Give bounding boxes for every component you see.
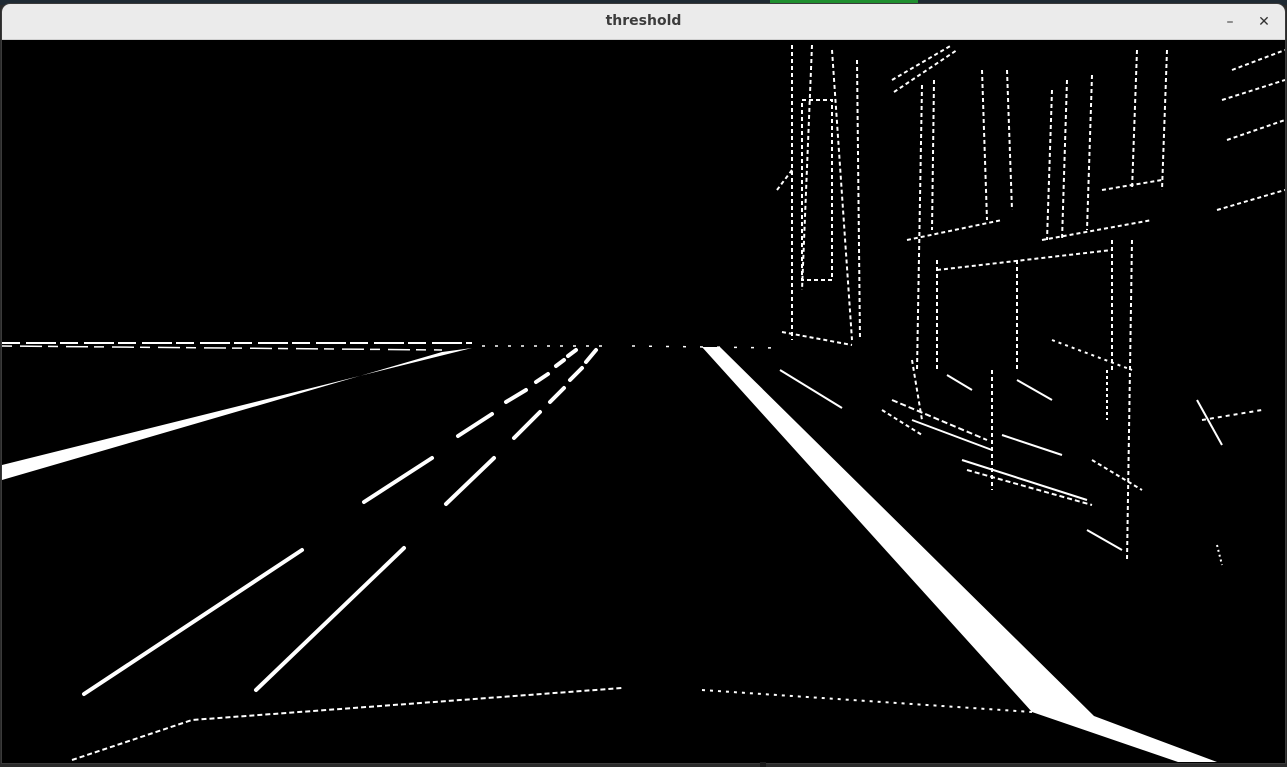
minimize-icon: – <box>1226 14 1234 30</box>
threshold-window: threshold – ✕ <box>2 4 1285 763</box>
threshold-image <box>2 40 1285 763</box>
close-button[interactable]: ✕ <box>1252 10 1276 34</box>
window-titlebar[interactable]: threshold – ✕ <box>2 4 1285 40</box>
threshold-image-canvas <box>2 40 1285 763</box>
minimize-button[interactable]: – <box>1218 10 1242 34</box>
desktop-bottom-edge <box>760 762 766 767</box>
close-icon: ✕ <box>1258 14 1270 30</box>
window-title: threshold <box>605 13 682 29</box>
